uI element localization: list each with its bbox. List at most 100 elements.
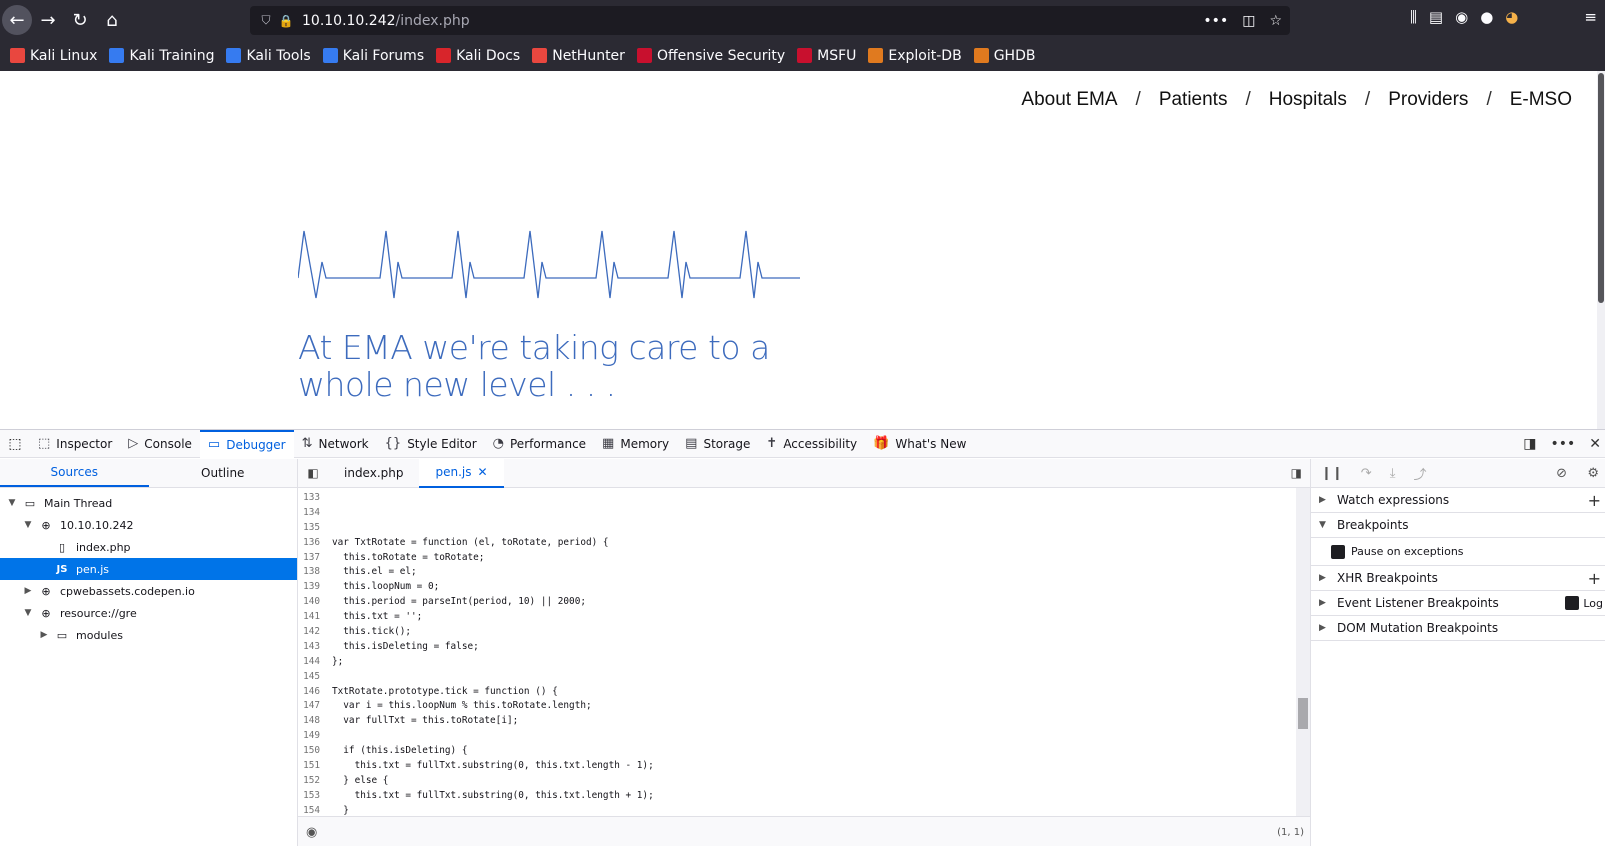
bookmark-item[interactable]: MSFU: [797, 48, 856, 64]
home-button[interactable]: ⌂: [96, 4, 128, 36]
tab-network[interactable]: ⇅ Network: [294, 430, 377, 458]
tab-what-s-new[interactable]: 🎁 What's New: [865, 430, 974, 458]
pause-exceptions-checkbox[interactable]: [1331, 544, 1345, 559]
extension-icon[interactable]: ●: [1480, 8, 1493, 26]
dock-icon[interactable]: ◨: [1523, 436, 1536, 452]
editor-scrollbar[interactable]: [1296, 488, 1310, 816]
tab-console[interactable]: ▷ Console: [120, 430, 200, 458]
add-icon[interactable]: +: [1588, 569, 1601, 588]
watch-expressions-section[interactable]: ▶ Watch expressions +: [1311, 488, 1605, 513]
editor-tab-pen[interactable]: pen.js ✕: [419, 458, 504, 488]
insecure-lock-icon[interactable]: 🔒: [276, 14, 296, 28]
nav-link[interactable]: About EMA: [1021, 89, 1117, 111]
pocket-icon[interactable]: ◫: [1242, 13, 1255, 29]
line-number[interactable]: 146: [298, 685, 324, 700]
close-tab-icon[interactable]: ✕: [478, 465, 488, 479]
step-out-icon[interactable]: ⤴: [1413, 464, 1426, 483]
tab-inspector[interactable]: ⬚ Inspector: [30, 430, 120, 458]
deactivate-breakpoints-icon[interactable]: ⊘: [1556, 466, 1567, 481]
back-button[interactable]: ←: [2, 5, 32, 35]
tree-item[interactable]: ▼ ▭ Main Thread: [0, 492, 297, 514]
pause-on-exceptions-row[interactable]: Pause on exceptions: [1311, 538, 1605, 566]
line-number[interactable]: 140: [298, 595, 324, 610]
twisty-icon[interactable]: ▼: [22, 520, 34, 530]
twisty-icon[interactable]: ▶: [38, 630, 50, 640]
account-icon[interactable]: ◉: [1455, 8, 1468, 26]
line-number[interactable]: 142: [298, 625, 324, 640]
library-icon[interactable]: ⫼: [1410, 8, 1417, 26]
nav-link[interactable]: Providers: [1388, 89, 1468, 111]
firefox-view-icon[interactable]: ◕: [1505, 8, 1518, 26]
log-checkbox[interactable]: [1565, 596, 1580, 610]
tab-memory[interactable]: ▦ Memory: [594, 430, 677, 458]
reload-button[interactable]: ↻: [64, 4, 96, 36]
shield-icon[interactable]: ⛉: [256, 13, 276, 28]
line-number[interactable]: 145: [298, 670, 324, 685]
line-number[interactable]: 143: [298, 640, 324, 655]
breakpoints-section[interactable]: ▼ Breakpoints: [1311, 513, 1605, 538]
line-number[interactable]: 154: [298, 804, 324, 816]
twisty-icon[interactable]: ▼: [22, 608, 34, 618]
bookmark-item[interactable]: Kali Forums: [322, 48, 424, 64]
tab-performance[interactable]: ◔ Performance: [485, 430, 594, 458]
step-over-icon[interactable]: ↷: [1361, 466, 1372, 481]
bookmark-star-icon[interactable]: ☆: [1269, 13, 1282, 29]
page-actions-icon[interactable]: •••: [1203, 13, 1228, 29]
bookmark-item[interactable]: NetHunter: [532, 48, 625, 64]
nav-link[interactable]: E-MSO: [1510, 89, 1572, 111]
line-number[interactable]: 136: [298, 536, 324, 551]
toggle-sources-icon[interactable]: ◧: [298, 466, 328, 480]
bookmark-item[interactable]: Kali Training: [109, 48, 214, 64]
line-number[interactable]: 149: [298, 729, 324, 744]
event-listener-section[interactable]: ▶ Event Listener Breakpoints Log: [1311, 591, 1605, 616]
forward-button[interactable]: →: [32, 4, 64, 36]
menu-icon[interactable]: ≡: [1584, 8, 1597, 26]
line-number[interactable]: 135: [298, 521, 324, 536]
tree-item[interactable]: ▼ ⊕ resource://gre: [0, 602, 297, 624]
line-number[interactable]: 153: [298, 789, 324, 804]
nav-link[interactable]: Hospitals: [1269, 89, 1347, 111]
twisty-icon[interactable]: ▼: [6, 498, 18, 508]
tab-sources[interactable]: Sources: [0, 459, 149, 487]
line-number[interactable]: 150: [298, 744, 324, 759]
line-number[interactable]: 138: [298, 565, 324, 580]
add-icon[interactable]: +: [1588, 491, 1601, 510]
bookmark-item[interactable]: Exploit-DB: [868, 48, 962, 64]
line-number[interactable]: 133: [298, 491, 324, 506]
nav-link[interactable]: Patients: [1159, 89, 1228, 111]
pause-icon[interactable]: ❙❙: [1321, 466, 1343, 481]
editor-tab-index[interactable]: index.php: [328, 459, 419, 488]
line-number[interactable]: 147: [298, 699, 324, 714]
tree-item[interactable]: ▶ ⊕ cpwebassets.codepen.io: [0, 580, 297, 602]
xhr-breakpoints-section[interactable]: ▶ XHR Breakpoints +: [1311, 566, 1605, 591]
line-number[interactable]: 139: [298, 580, 324, 595]
tab-outline[interactable]: Outline: [149, 459, 298, 487]
line-number[interactable]: 134: [298, 506, 324, 521]
toggle-scopes-icon[interactable]: ◨: [1291, 466, 1302, 480]
page-scrollbar[interactable]: [1597, 71, 1605, 429]
tree-item[interactable]: ▶ ▭ modules: [0, 624, 297, 646]
tab-storage[interactable]: ▤ Storage: [677, 430, 758, 458]
bookmark-item[interactable]: Kali Tools: [226, 48, 311, 64]
tab-debugger[interactable]: ▭ Debugger: [199, 429, 294, 458]
log-toggle[interactable]: Log: [1565, 596, 1603, 610]
bookmark-item[interactable]: Offensive Security: [636, 48, 785, 64]
tab-accessibility[interactable]: ✝ Accessibility: [758, 430, 865, 458]
eye-icon[interactable]: ◉: [306, 825, 317, 840]
element-picker-button[interactable]: ⬚: [0, 430, 30, 458]
url-bar[interactable]: ⛉ 🔒 10.10.10.242/index.php ••• ◫ ☆: [250, 6, 1290, 35]
more-options-icon[interactable]: •••: [1550, 436, 1575, 452]
tree-item[interactable]: ▯ index.php: [0, 536, 297, 558]
bookmark-item[interactable]: Kali Docs: [436, 48, 520, 64]
bookmark-item[interactable]: Kali Linux: [10, 48, 97, 64]
line-number[interactable]: 152: [298, 774, 324, 789]
line-number[interactable]: 137: [298, 551, 324, 566]
step-in-icon[interactable]: ⤓: [1390, 466, 1396, 481]
tree-item[interactable]: ▼ ⊕ 10.10.10.242: [0, 514, 297, 536]
code-view[interactable]: 133 134 135 136 var TxtRotate = function (el…: [298, 488, 1310, 816]
page-scroll-thumb[interactable]: [1598, 73, 1604, 303]
bookmark-item[interactable]: GHDB: [973, 48, 1035, 64]
editor-scroll-thumb[interactable]: [1298, 698, 1308, 729]
twisty-icon[interactable]: ▶: [22, 586, 34, 596]
dom-mutation-section[interactable]: ▶ DOM Mutation Breakpoints: [1311, 616, 1605, 641]
